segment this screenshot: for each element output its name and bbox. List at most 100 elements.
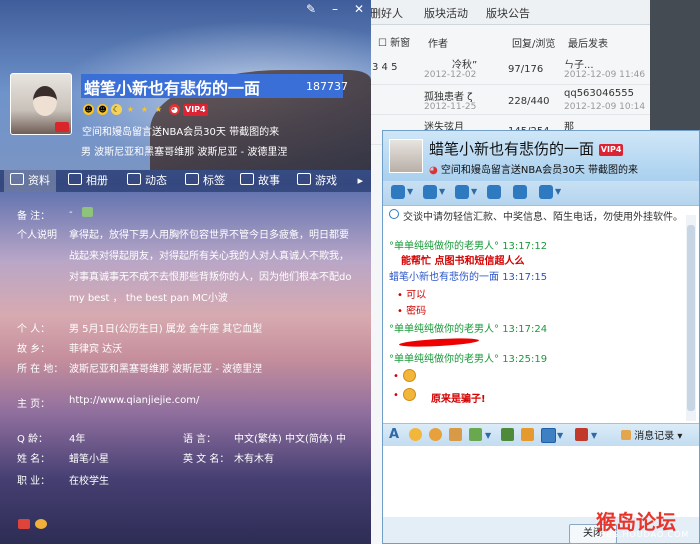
table-row[interactable]: 孤独患者 ζ 2012-11-25 228/440 qq563046555 20… — [370, 86, 670, 115]
music-icon[interactable] — [521, 428, 534, 441]
row-last-user[interactable]: ㄣ子... — [564, 56, 594, 71]
location-value: 波斯尼亚和黑塞哥维那 波斯尼亚 - 波德里涅 — [69, 364, 263, 375]
message-sender: °单单纯纯做你的老男人° 13:17:12 — [389, 237, 547, 252]
tab-info[interactable]: 资料 — [4, 170, 56, 192]
age-label: Q 龄： — [17, 434, 49, 445]
vip-badge[interactable]: VIP4 — [598, 144, 624, 156]
profile-location-line: 男 波斯尼亚和黑塞哥维那 波斯尼亚 - 波德里涅 — [81, 147, 288, 158]
star-icon: ★ — [154, 105, 163, 114]
profile-tab-bar: 资料 相册 动态 标签 故事 游戏 ▸ — [0, 170, 371, 192]
row-author[interactable]: 冷秋” — [452, 56, 477, 71]
tab-album-label: 相册 — [86, 174, 108, 187]
info-icon — [389, 209, 399, 219]
tab-feed-label: 动态 — [145, 174, 167, 187]
screen-share-icon[interactable] — [513, 185, 527, 199]
bullet: • — [393, 371, 399, 382]
minimize-icon[interactable]: – — [324, 0, 346, 18]
game-icon — [297, 173, 311, 185]
message-sender: °单单纯纯做你的老男人° 13:17:24 — [389, 320, 547, 335]
penguin-icon: ◕ — [429, 165, 438, 176]
message-time: 13:17:12 — [502, 241, 548, 252]
english-name-label: 英 文 名： — [183, 454, 230, 465]
column-reply-view[interactable]: 回复/浏览 — [512, 35, 555, 50]
forum-tab-friends[interactable]: 删好人 — [370, 5, 403, 21]
chevron-down-icon[interactable]: ▼ — [485, 431, 491, 440]
emoji-icon[interactable] — [35, 519, 47, 529]
homepage-label: 主 页： — [17, 399, 51, 410]
new-window-checkbox[interactable]: ☐ 新窗 — [378, 34, 410, 49]
qq-number: 187737 — [306, 80, 348, 93]
tab-tags[interactable]: 标签 — [185, 170, 225, 192]
profile-nickname[interactable]: 蜡笔小新也有悲伤的一面 — [84, 75, 260, 99]
sender-name: °单单纯纯做你的老男人° — [389, 324, 499, 335]
chevron-down-icon[interactable]: ▼ — [407, 187, 413, 196]
table-row[interactable]: 冷秋” 2012-12-02 97/176 ㄣ子... 2012-12-09 1… — [370, 56, 670, 85]
column-author[interactable]: 作者 — [428, 35, 448, 50]
redacted-scribble — [398, 336, 480, 349]
file-transfer-icon[interactable] — [455, 185, 469, 199]
font-icon[interactable]: A — [389, 427, 402, 442]
desc-label: 个人说明 — [17, 230, 57, 241]
hometown-label: 故 乡： — [17, 344, 51, 355]
forum-tab-bar: 删好人 版块活动 版块公告 — [370, 0, 660, 25]
voice-call-icon[interactable] — [423, 185, 437, 199]
sender-name: °单单纯纯做你的老男人° — [389, 241, 499, 252]
message-time: 13:25:19 — [502, 354, 548, 365]
wink-smiley-icon — [403, 388, 416, 401]
chat-title-text: 蜡笔小新也有悲伤的一面 — [429, 140, 595, 158]
close-icon[interactable]: ✕ — [348, 0, 370, 18]
chevron-down-icon[interactable]: ▼ — [555, 187, 561, 196]
chevron-down-icon[interactable]: ▼ — [591, 431, 597, 440]
person-label: 个 人： — [17, 324, 51, 335]
tab-scroll-arrow[interactable]: ▸ — [357, 170, 363, 192]
chevron-down-icon[interactable]: ▼ — [439, 187, 445, 196]
skin-icon[interactable]: ✎ — [300, 0, 322, 18]
sun-icon: ☻ — [83, 104, 94, 115]
magic-emoji-icon[interactable] — [429, 428, 442, 441]
row-last-user[interactable]: qq563046555 — [564, 88, 634, 99]
chevron-down-icon[interactable]: ▼ — [471, 187, 477, 196]
age-value: 4年 — [69, 434, 86, 445]
chat-title[interactable]: 蜡笔小新也有悲伤的一面 VIP4 — [429, 138, 624, 159]
column-last-post[interactable]: 最后发表 — [568, 35, 608, 50]
forum-tab-notice[interactable]: 版块公告 — [486, 5, 530, 21]
row-author[interactable]: 孤独患者 ζ — [424, 88, 473, 103]
sender-name: °单单纯纯做你的老男人° — [389, 354, 499, 365]
chat-scroll-thumb[interactable] — [687, 225, 695, 411]
forum-tab-activity[interactable]: 版块活动 — [424, 5, 468, 21]
new-window-label: 新窗 — [390, 38, 411, 49]
message-log-button[interactable]: 消息记录 ▾ — [621, 427, 682, 442]
vip-badge[interactable]: VIP4 — [183, 104, 208, 116]
image-icon[interactable] — [501, 428, 514, 441]
watermark-url: BBS.HOUDAO.COM — [600, 530, 690, 539]
chat-avatar[interactable] — [389, 139, 423, 173]
video-call-icon[interactable] — [391, 185, 405, 199]
apps-icon[interactable] — [539, 185, 553, 199]
gift-icon[interactable] — [575, 428, 588, 441]
message-text-line: 密码 — [406, 306, 427, 317]
screenshot-icon[interactable] — [541, 428, 556, 443]
tab-story[interactable]: 故事 — [240, 170, 280, 192]
edit-note-icon[interactable] — [82, 207, 93, 217]
remote-desktop-icon[interactable] — [487, 185, 501, 199]
homepage-link[interactable]: http://www.qianjiejie.com/ — [69, 395, 199, 406]
smiley-icon — [403, 369, 416, 382]
tab-games[interactable]: 游戏 — [297, 170, 337, 192]
doodle-icon[interactable] — [469, 428, 482, 441]
emoji-icon[interactable] — [409, 428, 422, 441]
gift-icon[interactable] — [18, 519, 30, 529]
avatar-portrait — [33, 86, 57, 116]
chevron-down-icon[interactable]: ▼ — [557, 431, 563, 440]
chat-signature[interactable]: ◕ 空间和嫚岛留言送NBA会员30天 带截图的来 — [429, 161, 638, 176]
gift-icon[interactable] — [55, 122, 69, 132]
shake-icon[interactable] — [449, 428, 462, 441]
bullet: • — [393, 390, 399, 401]
note-value[interactable]: - — [69, 207, 73, 218]
tab-album[interactable]: 相册 — [68, 170, 108, 192]
job-value: 在校学生 — [69, 476, 109, 487]
location-label: 所 在 地： — [17, 364, 64, 375]
tab-feed[interactable]: 动态 — [127, 170, 167, 192]
vip-promo-text[interactable]: 空间和嫚岛留言送NBA会员30天 带截图的来 — [82, 123, 279, 138]
desc-line: 拿得起，放得下男人用胸怀包容世界不管今日多疲惫，明日都要 — [69, 230, 349, 241]
profile-details: 备 注： - 个人说明 拿得起，放得下男人用胸怀包容世界不管今日多疲惫，明日都要… — [0, 192, 371, 544]
